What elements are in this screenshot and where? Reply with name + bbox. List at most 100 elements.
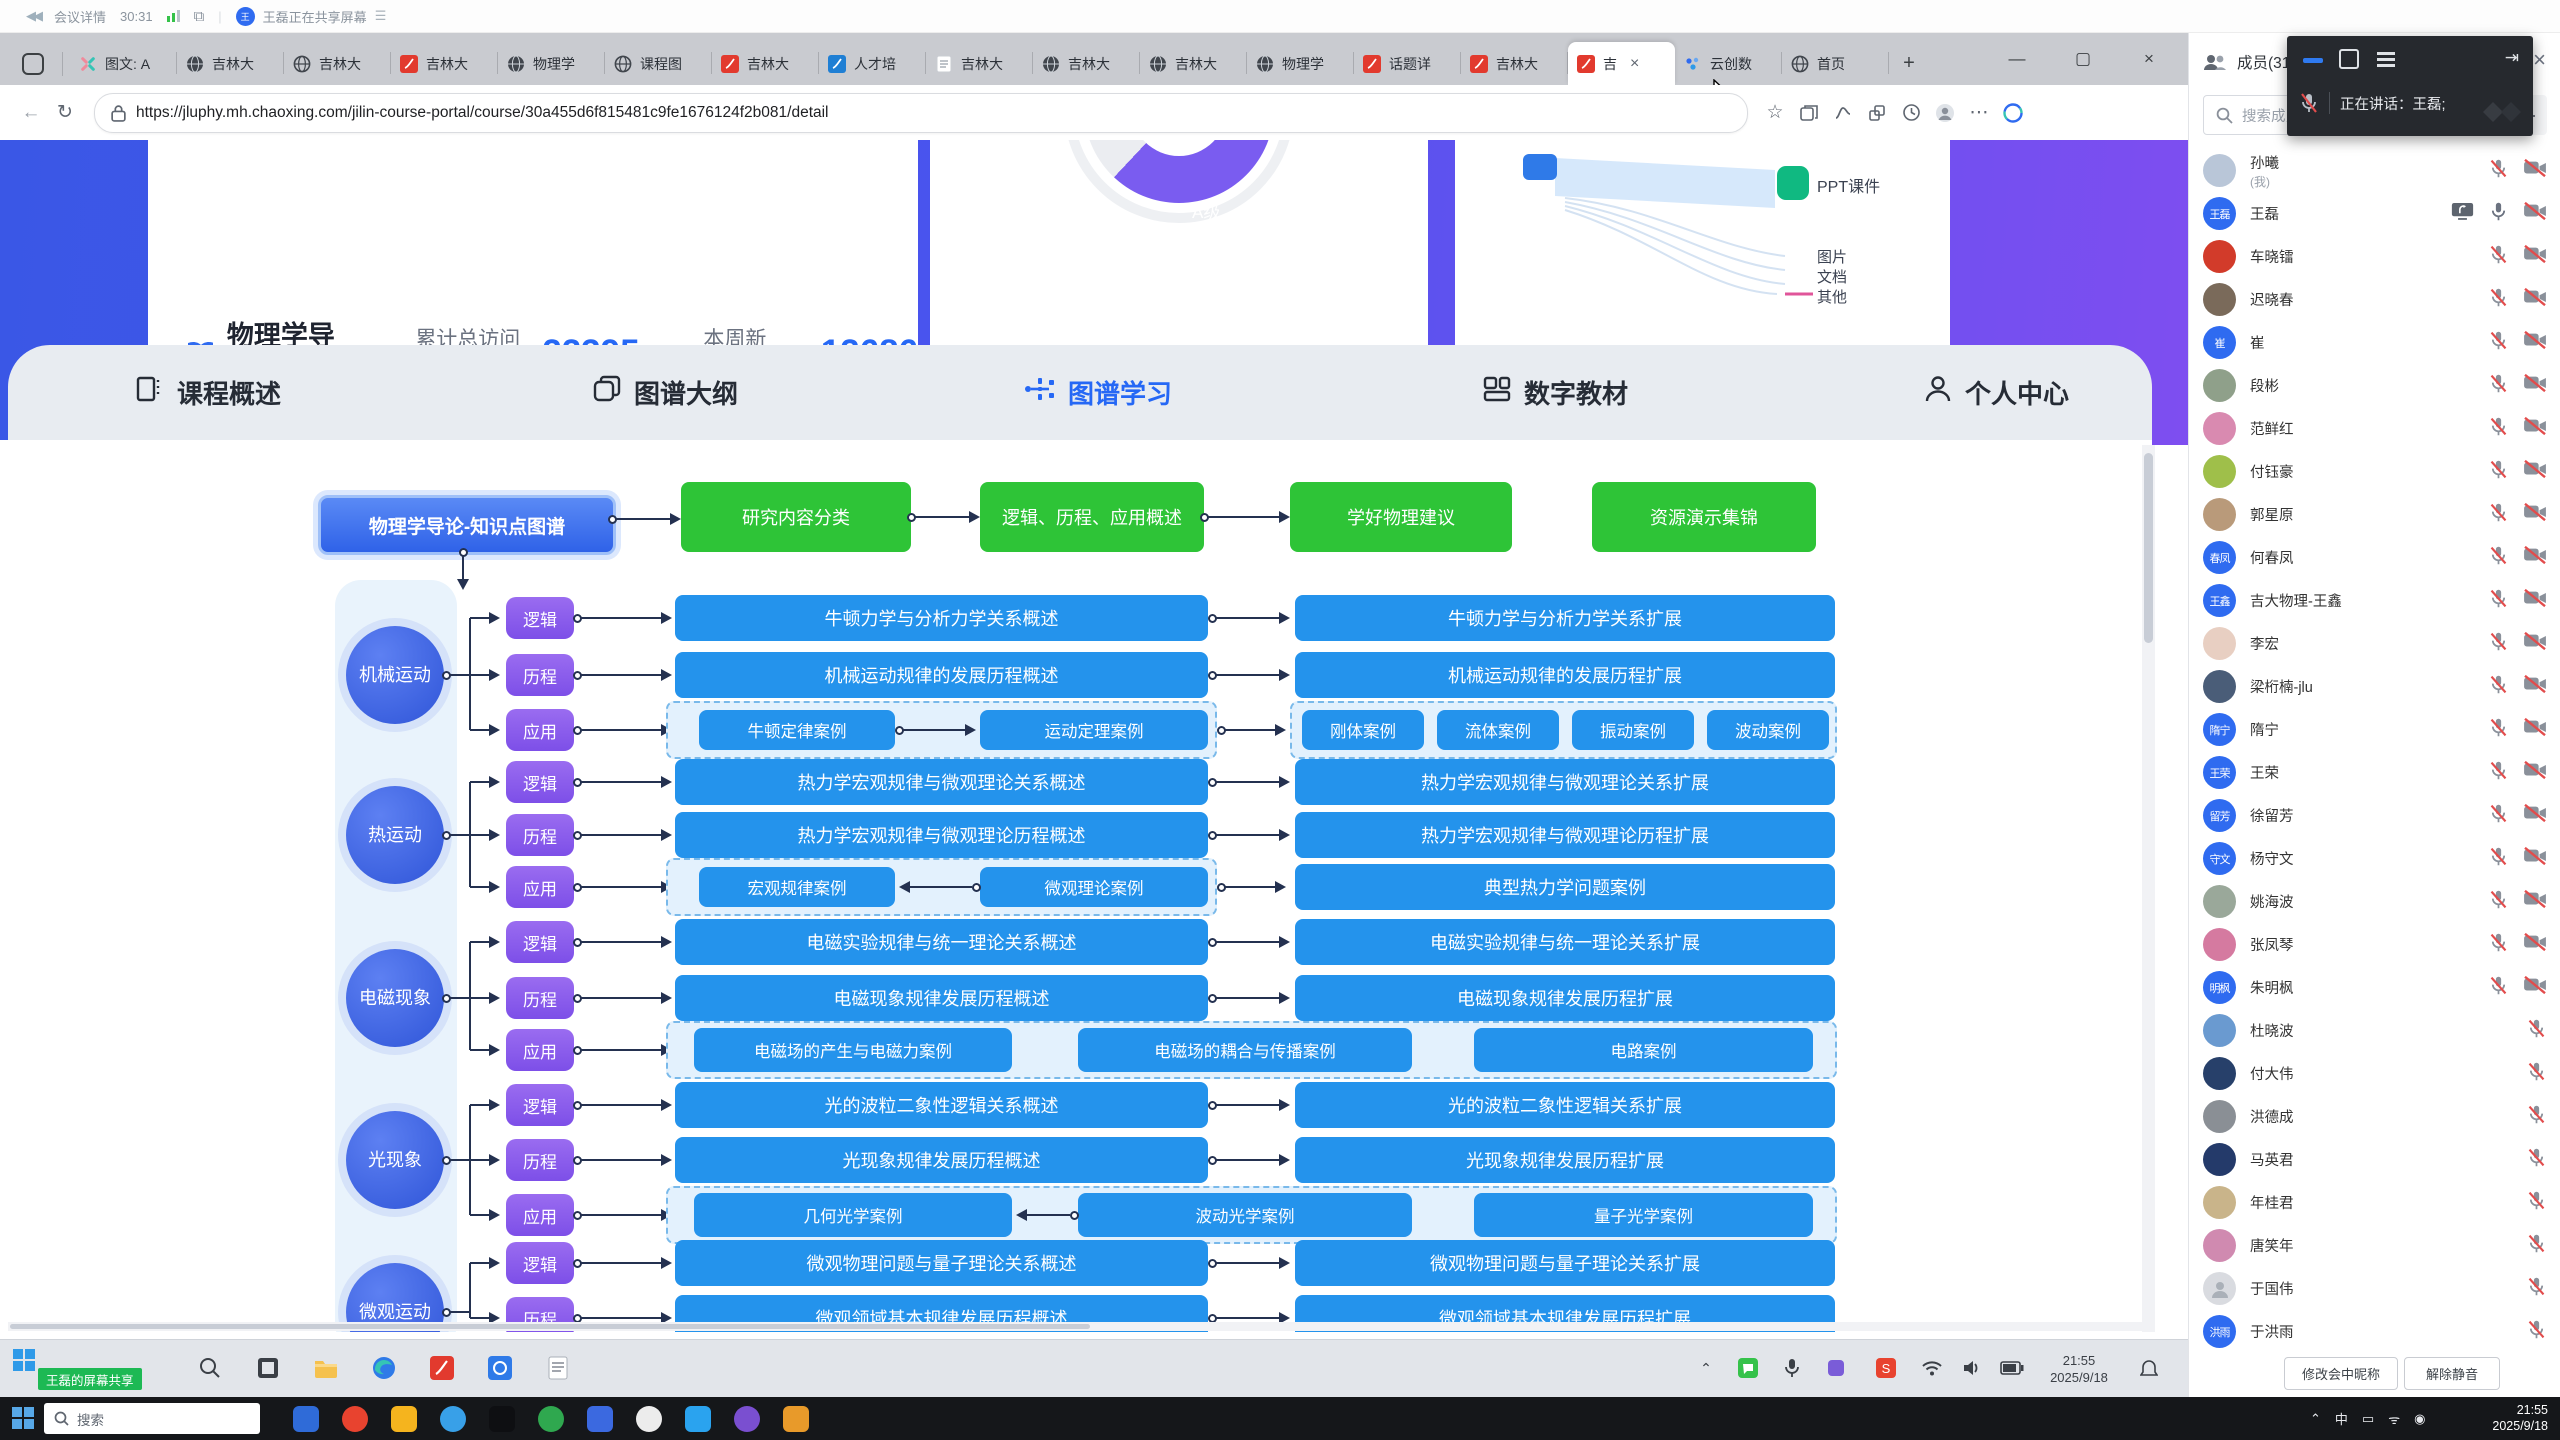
shared-start-button[interactable]: [12, 1348, 36, 1372]
member-mic-off-icon[interactable]: [2488, 244, 2509, 270]
taskbar-edge-icon[interactable]: [364, 1348, 404, 1388]
member-camera-off-icon[interactable]: [2523, 287, 2547, 312]
browser-tab-10[interactable]: 吉林大: [1033, 42, 1140, 85]
nav-tab-1[interactable]: 课程概述: [78, 345, 338, 440]
local-tray-icon[interactable]: ᯤ: [2388, 1410, 2400, 1428]
sharing-menu-icon[interactable]: ☰: [375, 8, 387, 24]
category-circle-2[interactable]: 热运动: [346, 786, 444, 884]
local-clock[interactable]: 21:552025/9/18: [2468, 1402, 2548, 1434]
browser-tab-17[interactable]: 首页: [1782, 42, 1889, 85]
taskbar-app-icon[interactable]: [580, 1399, 620, 1439]
member-mic-off-icon[interactable]: [2526, 1104, 2547, 1130]
browser-tab-9[interactable]: 吉林大: [926, 42, 1033, 85]
local-tray-icon[interactable]: 中: [2335, 1409, 2348, 1428]
topic-bar[interactable]: 光现象规律发展历程概述: [675, 1137, 1208, 1183]
taskbar-file-explorer-icon[interactable]: [306, 1348, 346, 1388]
member-camera-off-icon[interactable]: [2523, 717, 2547, 742]
topic-bar[interactable]: 电磁现象规律发展历程概述: [675, 975, 1208, 1021]
member-camera-off-icon[interactable]: [2523, 588, 2547, 613]
member-mic-on-icon[interactable]: [2488, 201, 2509, 227]
browser-tab-3[interactable]: 吉林大: [284, 42, 391, 85]
unmute-button[interactable]: 解除静音: [2404, 1357, 2500, 1390]
member-row[interactable]: 李宏: [2203, 622, 2547, 665]
collections-icon[interactable]: [1792, 96, 1826, 130]
case-node[interactable]: 宏观规律案例: [699, 867, 895, 907]
member-mic-off-icon[interactable]: [2488, 416, 2509, 442]
panel-collapse-button[interactable]: ⇥: [2505, 48, 2519, 68]
member-row[interactable]: 守文杨守文: [2203, 837, 2547, 880]
nav-tab-4[interactable]: 数字教材: [1425, 345, 1685, 440]
case-node[interactable]: 几何光学案例: [694, 1193, 1012, 1237]
rename-button[interactable]: 修改会中昵称: [2284, 1357, 2398, 1390]
address-bar[interactable]: https://jluphy.mh.chaoxing.com/jilin-cou…: [94, 93, 1748, 133]
browser-tab-13[interactable]: 话题详: [1354, 42, 1461, 85]
start-button[interactable]: [12, 1407, 34, 1429]
member-row[interactable]: 明枫朱明枫: [2203, 966, 2547, 1009]
member-mic-off-icon[interactable]: [2488, 803, 2509, 829]
topic-bar[interactable]: 典型热力学问题案例: [1295, 864, 1835, 910]
member-camera-off-icon[interactable]: [2523, 201, 2547, 226]
notification-bell-icon[interactable]: [2140, 1359, 2158, 1379]
member-row[interactable]: 迟晓春: [2203, 278, 2547, 321]
taskbar-app-icon[interactable]: [286, 1399, 326, 1439]
taskbar-app-icon[interactable]: [433, 1399, 473, 1439]
member-camera-off-icon[interactable]: [2523, 631, 2547, 656]
member-mic-off-icon[interactable]: [2488, 975, 2509, 1001]
taskbar-app-icon[interactable]: [531, 1399, 571, 1439]
extensions-icon[interactable]: [1860, 96, 1894, 130]
member-camera-off-icon[interactable]: [2523, 846, 2547, 871]
taskbar-app-icon[interactable]: [629, 1399, 669, 1439]
member-mic-off-icon[interactable]: [2526, 1319, 2547, 1345]
member-mic-off-icon[interactable]: [2488, 889, 2509, 915]
member-camera-off-icon[interactable]: [2523, 373, 2547, 398]
case-node[interactable]: 微观理论案例: [980, 867, 1208, 907]
member-camera-off-icon[interactable]: [2523, 674, 2547, 699]
nav-tab-5[interactable]: 个人中心: [1866, 345, 2126, 440]
taskbar-notepad-icon[interactable]: [538, 1348, 578, 1388]
vertical-scrollbar[interactable]: [2142, 445, 2155, 1332]
nav-tab-3[interactable]: 图谱学习: [968, 345, 1228, 440]
nav-tab-2[interactable]: 图谱大纲: [535, 345, 795, 440]
member-row[interactable]: 付大伟: [2203, 1052, 2547, 1095]
refresh-button[interactable]: ↻: [48, 96, 82, 130]
branch-pill-应用[interactable]: 应用: [506, 1194, 574, 1236]
member-row[interactable]: 崔崔: [2203, 321, 2547, 364]
panel-maximize-button[interactable]: [2339, 49, 2359, 69]
member-list[interactable]: 孙曦(我)王磊王磊车晓镭迟晓春崔崔段彬范鲜红付钰豪郭星原春凤何春凤王鑫吉大物理-…: [2189, 149, 2560, 1349]
taskbar-app-icon[interactable]: [384, 1399, 424, 1439]
member-camera-off-icon[interactable]: [2523, 459, 2547, 484]
tray-mic-icon[interactable]: [1772, 1348, 1812, 1388]
member-row[interactable]: 洪雨于洪雨: [2203, 1310, 2547, 1349]
member-camera-off-icon[interactable]: [2523, 760, 2547, 785]
category-circle-1[interactable]: 机械运动: [346, 626, 444, 724]
topic-bar[interactable]: 牛顿力学与分析力学关系概述: [675, 595, 1208, 641]
case-node[interactable]: 量子光学案例: [1474, 1193, 1813, 1237]
tray-battery-icon[interactable]: [1992, 1348, 2032, 1388]
case-node[interactable]: 电路案例: [1474, 1028, 1813, 1072]
copilot-icon[interactable]: [1996, 96, 2030, 130]
local-tray-icon[interactable]: ⌃: [2310, 1411, 2321, 1427]
taskbar-app-icon[interactable]: [482, 1399, 522, 1439]
member-row[interactable]: 洪德成: [2203, 1095, 2547, 1138]
branch-pill-逻辑[interactable]: 逻辑: [506, 1242, 574, 1284]
member-mic-off-icon[interactable]: [2488, 588, 2509, 614]
member-mic-off-icon[interactable]: [2526, 1061, 2547, 1087]
panel-minimize-button[interactable]: [2303, 58, 2323, 63]
taskbar-search-box[interactable]: 搜索: [44, 1403, 260, 1434]
member-mic-off-icon[interactable]: [2488, 502, 2509, 528]
branch-pill-逻辑[interactable]: 逻辑: [506, 761, 574, 803]
member-camera-off-icon[interactable]: [2523, 803, 2547, 828]
member-row[interactable]: 张凤琴: [2203, 923, 2547, 966]
case-node[interactable]: 运动定理案例: [980, 710, 1208, 750]
member-row[interactable]: 王鑫吉大物理-王鑫: [2203, 579, 2547, 622]
case-node[interactable]: 电磁场的产生与电磁力案例: [694, 1028, 1012, 1072]
member-row[interactable]: 年桂君: [2203, 1181, 2547, 1224]
more-menu-icon[interactable]: ⋯: [1962, 96, 1996, 130]
topic-bar[interactable]: 微观物理问题与量子理论关系概述: [675, 1240, 1208, 1286]
member-row[interactable]: 马英君: [2203, 1138, 2547, 1181]
member-mic-off-icon[interactable]: [2488, 287, 2509, 313]
tray-device-icon[interactable]: [1816, 1348, 1856, 1388]
member-row[interactable]: 王磊王磊: [2203, 192, 2547, 235]
branch-pill-应用[interactable]: 应用: [506, 709, 574, 751]
case-node[interactable]: 牛顿定律案例: [699, 710, 895, 750]
